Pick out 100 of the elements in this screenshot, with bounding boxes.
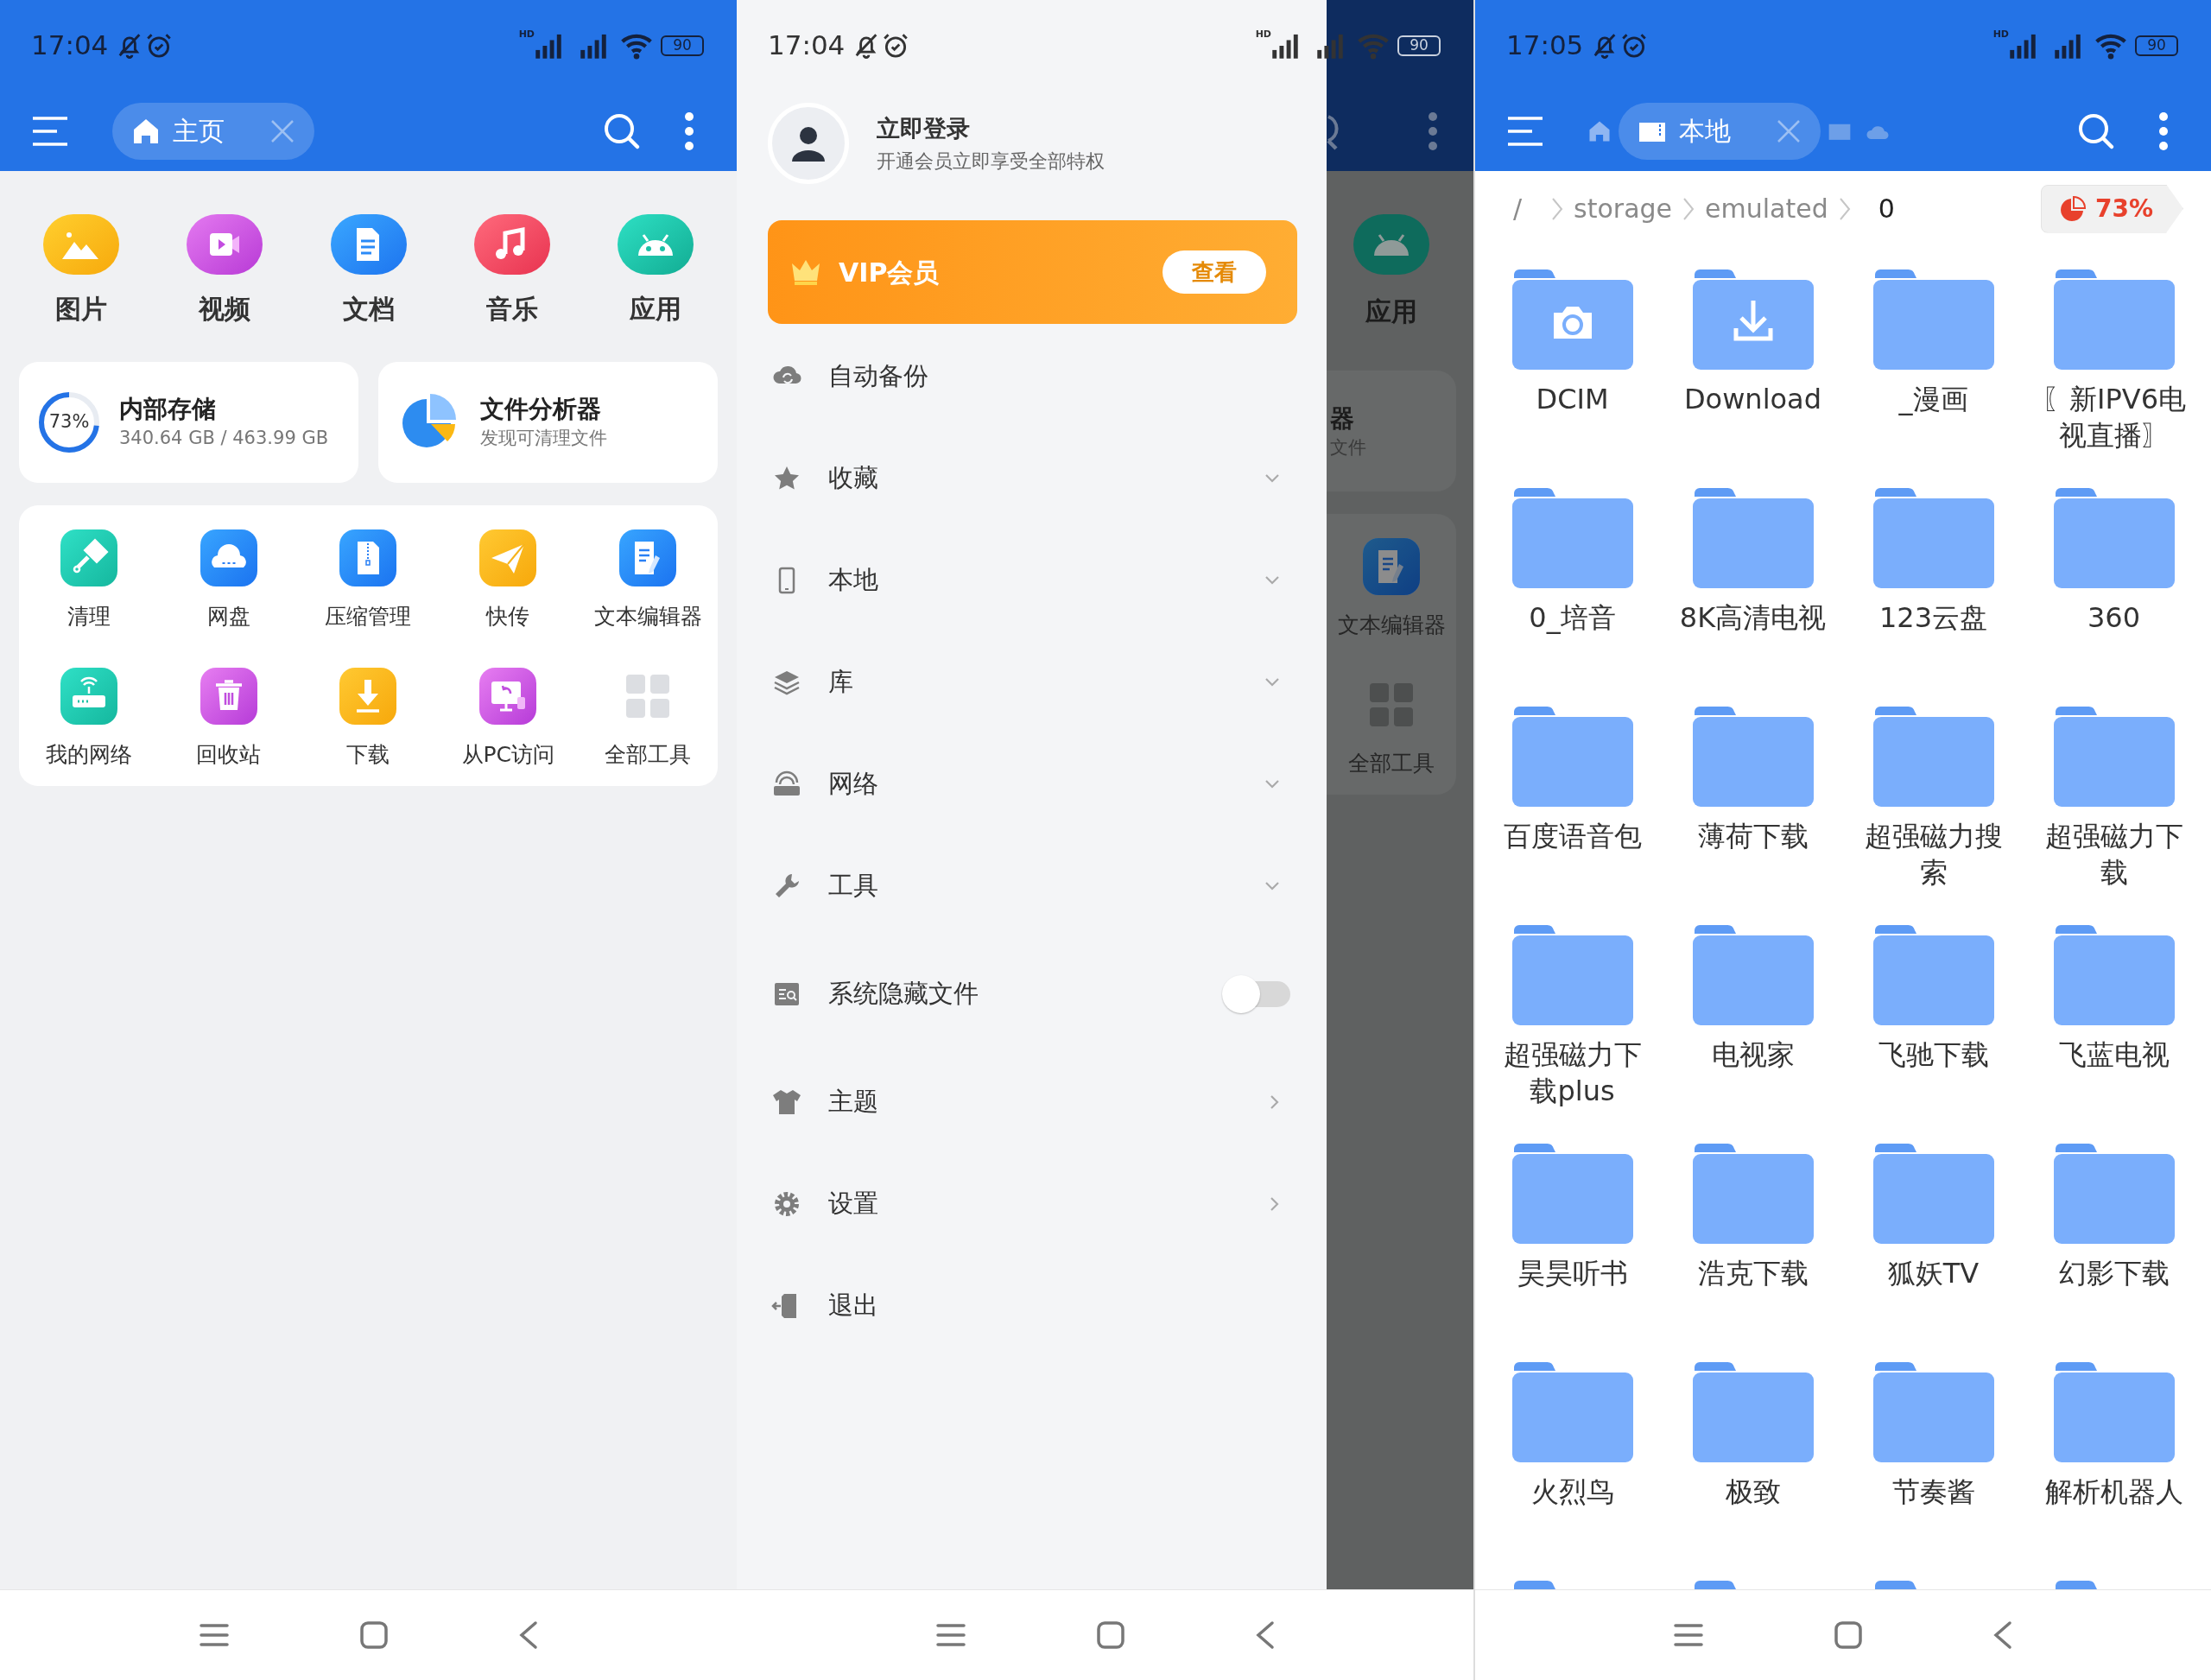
folder-icon[interactable] [1871, 486, 1996, 590]
folder-name[interactable]: 0_培音 [1529, 600, 1616, 637]
folder-name[interactable]: 8K高清电视 [1679, 600, 1827, 637]
tool-label[interactable]: 压缩管理 [325, 600, 412, 633]
folder-icon[interactable] [1871, 923, 1996, 1027]
download-icon[interactable] [339, 667, 397, 725]
folder-icon[interactable] [1871, 1142, 1996, 1246]
folder-name[interactable]: 超强磁力搜索 [1851, 819, 2016, 891]
tool-label[interactable]: 快传 [486, 600, 530, 633]
more-icon[interactable] [2157, 111, 2170, 151]
menu-item[interactable]: 收藏 [768, 428, 1297, 529]
cloud-icon[interactable] [200, 529, 257, 586]
folder-icon[interactable] [1510, 1142, 1635, 1246]
folder-name[interactable]: 火烈鸟 [1530, 1474, 1614, 1511]
back-icon[interactable] [1992, 1620, 2013, 1650]
folder-icon[interactable] [2051, 1142, 2176, 1246]
folder-icon[interactable] [1690, 1360, 1815, 1464]
tool-label[interactable]: 下载 [346, 738, 390, 770]
category-label[interactable]: 音乐 [485, 292, 538, 326]
folder-icon[interactable] [2051, 923, 2176, 1027]
folder-name[interactable]: 百度语音包 [1503, 819, 1642, 855]
back-icon[interactable] [517, 1620, 539, 1650]
breadcrumb-link[interactable]: 0 [1878, 189, 1895, 228]
menu-icon[interactable] [1673, 1622, 1704, 1648]
folder-icon[interactable] [1871, 1360, 1996, 1464]
tool-label[interactable]: 我的网络 [45, 738, 132, 770]
folder-name[interactable]: 飞驰下载 [1878, 1037, 1989, 1074]
folder-icon[interactable] [2051, 486, 2176, 590]
paper-plane-icon[interactable] [479, 529, 537, 586]
tool-label[interactable]: 文本编辑器 [593, 600, 702, 633]
folder-name[interactable]: 狐妖TV [1887, 1256, 1980, 1292]
folder-icon[interactable] [1871, 268, 1996, 371]
folder-icon[interactable] [1510, 486, 1635, 590]
folder-icon[interactable] [1690, 705, 1815, 808]
document-pen-icon[interactable] [1363, 538, 1420, 595]
brush-icon[interactable] [60, 529, 117, 586]
tool-label[interactable]: 网盘 [206, 600, 250, 633]
folder-icon[interactable] [1690, 1142, 1815, 1246]
square-icon[interactable] [1095, 1620, 1125, 1650]
menu-item[interactable]: 库 [768, 631, 1297, 733]
square-icon[interactable] [1834, 1620, 1863, 1650]
login-link[interactable]: 立即登录 [877, 111, 1105, 147]
storage-badge[interactable]: 73% [2040, 184, 2183, 233]
menu-icon[interactable] [198, 1622, 230, 1648]
menu-item[interactable]: 主题 [768, 1051, 1297, 1153]
folder-name[interactable]: 超强磁力下载 [2031, 819, 2196, 891]
folder-icon[interactable] [1510, 705, 1635, 808]
close-icon[interactable] [269, 117, 295, 144]
menu-item[interactable]: 自动备份 [768, 326, 1297, 428]
folder-name[interactable]: 昊昊听书 [1517, 1256, 1628, 1292]
folder-icon[interactable] [1690, 923, 1815, 1027]
tool-label[interactable]: 全部工具 [605, 738, 692, 770]
folder-icon[interactable] [1510, 923, 1635, 1027]
storage-card[interactable]: 73% 内部存储 340.64 GB / 463.99 GB [19, 362, 358, 483]
folder-name[interactable]: 节奏酱 [1891, 1474, 1975, 1511]
folder-icon[interactable] [1690, 486, 1815, 590]
folder-icon[interactable] [1871, 705, 1996, 808]
folder-name[interactable]: 飞蓝电视 [2058, 1037, 2170, 1074]
menu-item[interactable]: 网络 [768, 733, 1297, 835]
category-label[interactable]: 图片 [55, 292, 108, 326]
more-icon[interactable] [1427, 111, 1439, 151]
menu-item[interactable]: 设置 [768, 1153, 1297, 1255]
folder-icon[interactable] [2051, 1360, 2176, 1464]
tool-label[interactable]: 从PC访问 [461, 738, 555, 770]
folder-name[interactable]: _漫画 [1898, 382, 1968, 418]
tool-label[interactable]: 清理 [67, 600, 111, 633]
folder-name[interactable]: DCIM [1536, 382, 1609, 418]
more-icon[interactable] [683, 111, 695, 151]
folder-name[interactable]: 超强磁力下载plus [1490, 1037, 1655, 1110]
menu-item[interactable]: 系统隐藏文件 [768, 937, 1297, 1051]
download-folder-icon[interactable] [1690, 268, 1815, 371]
category-label[interactable]: 视频 [199, 292, 251, 326]
close-icon[interactable] [1776, 117, 1802, 144]
folder-name[interactable]: 123云盘 [1878, 600, 1988, 637]
tool-label[interactable]: 回收站 [196, 738, 262, 770]
menu-item[interactable]: 工具 [768, 835, 1297, 937]
folder-icon[interactable] [2051, 705, 2176, 808]
analyzer-card[interactable]: 文件分析器 发现可清理文件 [378, 362, 718, 483]
folder-icon[interactable] [1510, 1360, 1635, 1464]
folder-icon[interactable] [2051, 268, 2176, 371]
router-icon[interactable] [60, 667, 117, 725]
zip-file-icon[interactable] [339, 529, 397, 586]
category-label[interactable]: 应用 [629, 292, 681, 326]
folder-name[interactable]: 解析机器人 [2044, 1474, 2183, 1511]
folder-name[interactable]: Download [1683, 382, 1822, 418]
folder-name[interactable]: 360 [2087, 600, 2141, 637]
folder-name[interactable]: 电视家 [1711, 1037, 1795, 1074]
camera-folder-icon[interactable] [1510, 268, 1635, 371]
folder-name[interactable]: 幻影下载 [2058, 1256, 2170, 1292]
back-icon[interactable] [1254, 1620, 1276, 1650]
folder-name[interactable]: 极致 [1725, 1474, 1781, 1511]
monitor-icon[interactable] [479, 667, 537, 725]
trash-icon[interactable] [200, 667, 257, 725]
menu-item[interactable]: 退出 [768, 1255, 1297, 1357]
square-icon[interactable] [358, 1620, 389, 1650]
menu-item[interactable]: 本地 [768, 529, 1297, 631]
folder-name[interactable]: 〖新IPV6电视直播〗 [2031, 382, 2196, 454]
folder-name[interactable]: 浩克下载 [1697, 1256, 1809, 1292]
document-pen-icon[interactable] [619, 529, 677, 586]
menu-icon[interactable] [934, 1622, 966, 1648]
